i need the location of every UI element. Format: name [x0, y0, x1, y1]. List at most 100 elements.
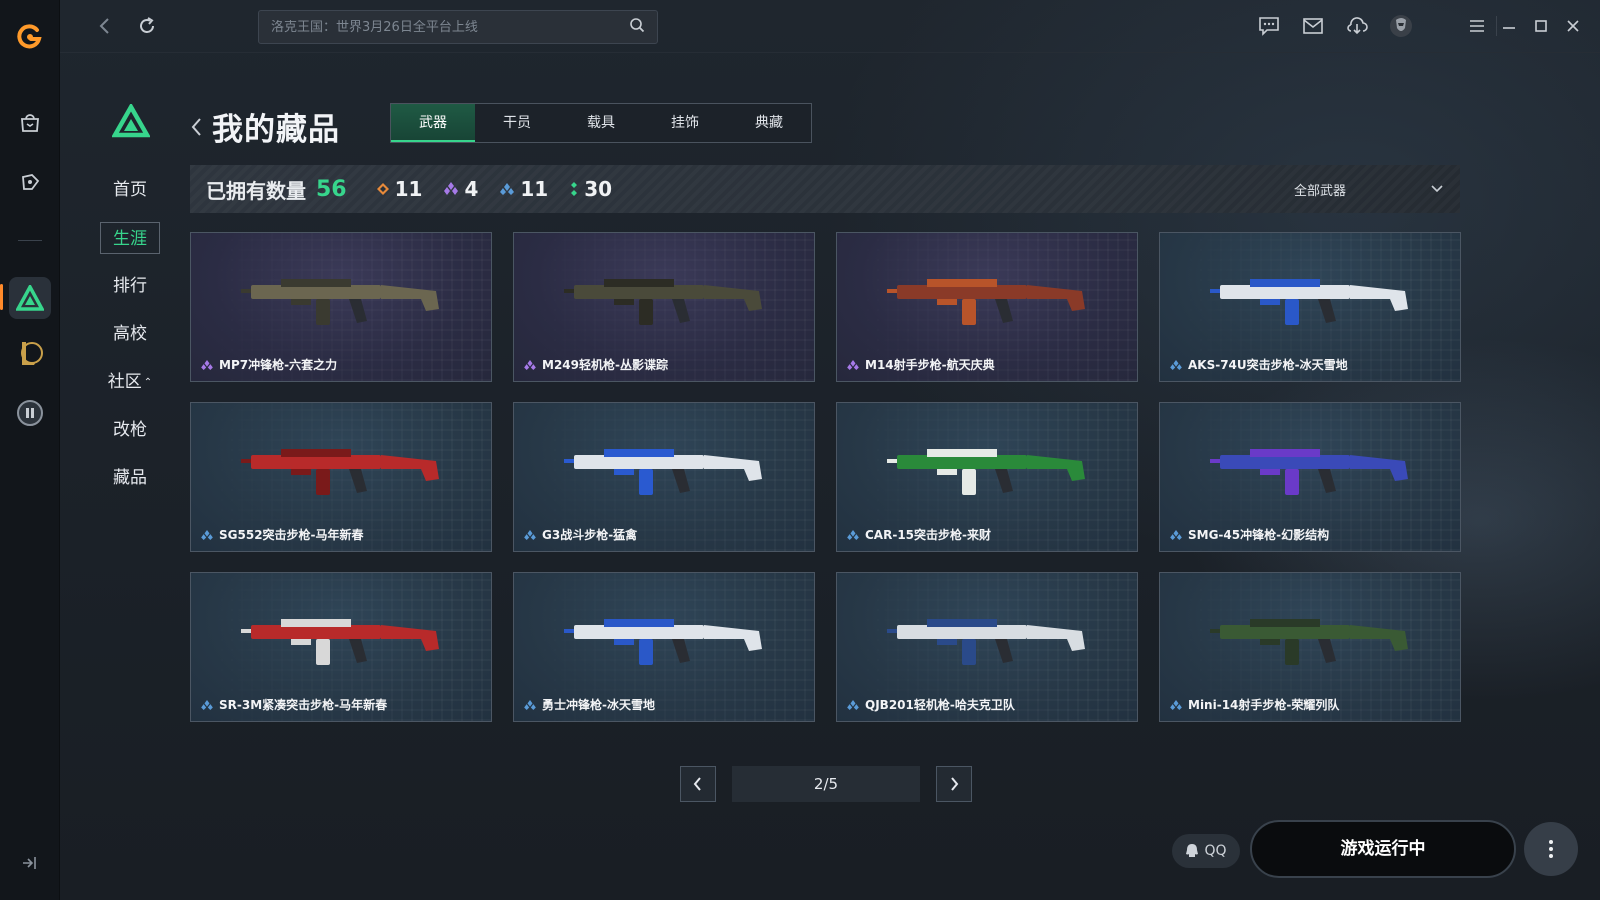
tier-blue-count: 11 [500, 177, 548, 201]
store-bag-icon[interactable] [15, 108, 45, 138]
weapon-image [1210, 449, 1408, 495]
rarity-icon [524, 359, 536, 370]
weapon-card[interactable]: QJB201轻机枪-哈夫克卫队 [836, 572, 1138, 722]
weapon-image [564, 619, 762, 665]
weapon-card[interactable]: MP7冲锋枪-六套之力 [190, 232, 492, 382]
weapon-card[interactable]: SMG-45冲锋枪-幻影结构 [1159, 402, 1461, 552]
nav-item-label: 高校 [113, 324, 147, 344]
maximize-icon[interactable] [1528, 13, 1554, 39]
rarity-icon [847, 529, 859, 540]
category-tabs: 武器 干员 载具 挂饰 典藏 [390, 103, 812, 143]
refresh-icon[interactable] [134, 13, 160, 39]
weapon-caption: G3战斗步枪-猛禽 [524, 526, 804, 543]
rarity-icon [847, 359, 859, 370]
tab-operators[interactable]: 干员 [475, 104, 559, 142]
download-icon[interactable] [1344, 13, 1370, 39]
weapon-caption: AKS-74U突击步枪-冰天雪地 [1170, 356, 1450, 373]
tier-count: 30 [584, 177, 613, 201]
weapon-caption: M14射手步枪-航天庆典 [847, 356, 1127, 373]
weapon-image [887, 449, 1085, 495]
game-tag-icon[interactable] [15, 168, 45, 198]
tab-charms[interactable]: 挂饰 [643, 104, 727, 142]
nav-item-label: 社区 [107, 372, 142, 392]
weapon-card[interactable]: 勇士冲锋枪-冰天雪地 [513, 572, 815, 722]
rarity-icon [201, 359, 213, 370]
minimize-icon[interactable] [1496, 13, 1522, 39]
game-running-button[interactable]: 游戏运行中 [1250, 820, 1516, 878]
qq-button[interactable]: QQ [1172, 834, 1240, 868]
delta-force-logo-icon [111, 102, 151, 138]
weapon-name: 勇士冲锋枪-冰天雪地 [542, 698, 655, 712]
nav-item-collection[interactable]: 藏品 [100, 462, 160, 494]
weapon-name: SG552突击步枪-马年新春 [219, 528, 364, 542]
avatar[interactable] [1388, 13, 1414, 39]
weapon-card[interactable]: M14射手步枪-航天庆典 [836, 232, 1138, 382]
rarity-icon [201, 529, 213, 540]
chevron-down-icon [1431, 185, 1443, 193]
nav-item-label: 改枪 [113, 420, 147, 440]
back-nav-icon[interactable] [92, 13, 118, 39]
tier-count: 11 [394, 177, 423, 201]
weapon-card[interactable]: Mini-14射手步枪-荣耀列队 [1159, 572, 1461, 722]
tier-orange-count: 11 [376, 177, 423, 201]
nav-item-ranking[interactable]: 排行 [100, 270, 160, 302]
more-options-button[interactable] [1524, 822, 1578, 876]
menu-icon[interactable] [1464, 13, 1490, 39]
weapon-image [887, 619, 1085, 665]
mail-icon[interactable] [1300, 13, 1326, 39]
tier-count: 4 [464, 177, 479, 201]
weapon-image [241, 279, 439, 325]
nav-item-home[interactable]: 首页 [100, 174, 160, 206]
filter-value: 全部武器 [1294, 183, 1347, 199]
weapon-name: QJB201轻机枪-哈夫克卫队 [865, 698, 1015, 712]
weapon-card[interactable]: CAR-15突击步枪-来财 [836, 402, 1138, 552]
weapon-name: SR-3M紧凑突击步枪-马年新春 [219, 698, 388, 712]
delta-force-game-icon[interactable] [15, 283, 45, 313]
rarity-icon [524, 699, 536, 710]
nav-item-career[interactable]: 生涯 [100, 222, 160, 254]
weapon-filter-dropdown[interactable]: 全部武器 [1294, 165, 1444, 213]
rarity-icon [847, 699, 859, 710]
weapon-card[interactable]: SR-3M紧凑突击步枪-马年新春 [190, 572, 492, 722]
tab-vehicles[interactable]: 载具 [559, 104, 643, 142]
chevron-right-icon [951, 777, 959, 791]
tab-collectibles[interactable]: 典藏 [727, 104, 811, 142]
prev-page-button[interactable] [680, 766, 716, 802]
league-game-icon[interactable] [15, 338, 45, 368]
weapon-card[interactable]: SG552突击步枪-马年新春 [190, 402, 492, 552]
nav-item-college[interactable]: 高校 [100, 318, 160, 350]
search-icon[interactable] [629, 17, 645, 37]
close-icon[interactable] [1560, 13, 1586, 39]
chevron-up-icon: ⌃ [143, 377, 153, 388]
pause-game-icon[interactable] [15, 398, 45, 428]
rarity-icon [1170, 529, 1182, 540]
page-title: 我的藏品 [212, 112, 340, 148]
weapon-caption: SG552突击步枪-马年新春 [201, 526, 481, 543]
nav-item-label: 排行 [113, 276, 147, 296]
blue-diamond-icon [500, 183, 515, 195]
weapon-caption: SMG-45冲锋枪-幻影结构 [1170, 526, 1450, 543]
weapon-image [564, 449, 762, 495]
search-bar[interactable] [258, 10, 658, 44]
owned-count-total: 56 [316, 176, 347, 202]
tab-weapons[interactable]: 武器 [391, 104, 475, 142]
weapon-image [1210, 279, 1408, 325]
nav-item-community[interactable]: 社区 ⌃ [100, 366, 160, 398]
weapon-name: SMG-45冲锋枪-幻影结构 [1188, 528, 1330, 542]
tier-purple-count: 4 [444, 177, 478, 201]
next-page-button[interactable] [936, 766, 972, 802]
green-diamond-icon [571, 182, 578, 196]
rail-divider [18, 240, 42, 241]
back-button[interactable] [188, 113, 206, 141]
nav-item-gunsmith[interactable]: 改枪 [100, 414, 160, 446]
expand-sidebar-icon[interactable] [18, 852, 40, 874]
weapon-card[interactable]: M249轻机枪-丛影谍踪 [513, 232, 815, 382]
weapon-caption: CAR-15突击步枪-来财 [847, 526, 1127, 543]
weapon-card[interactable]: AKS-74U突击步枪-冰天雪地 [1159, 232, 1461, 382]
weapon-card[interactable]: G3战斗步枪-猛禽 [513, 402, 815, 552]
app-logo-icon[interactable] [15, 22, 45, 52]
qq-penguin-icon [1186, 844, 1199, 857]
search-input[interactable] [271, 19, 629, 35]
chat-icon[interactable] [1256, 13, 1282, 39]
weapon-image [241, 449, 439, 495]
